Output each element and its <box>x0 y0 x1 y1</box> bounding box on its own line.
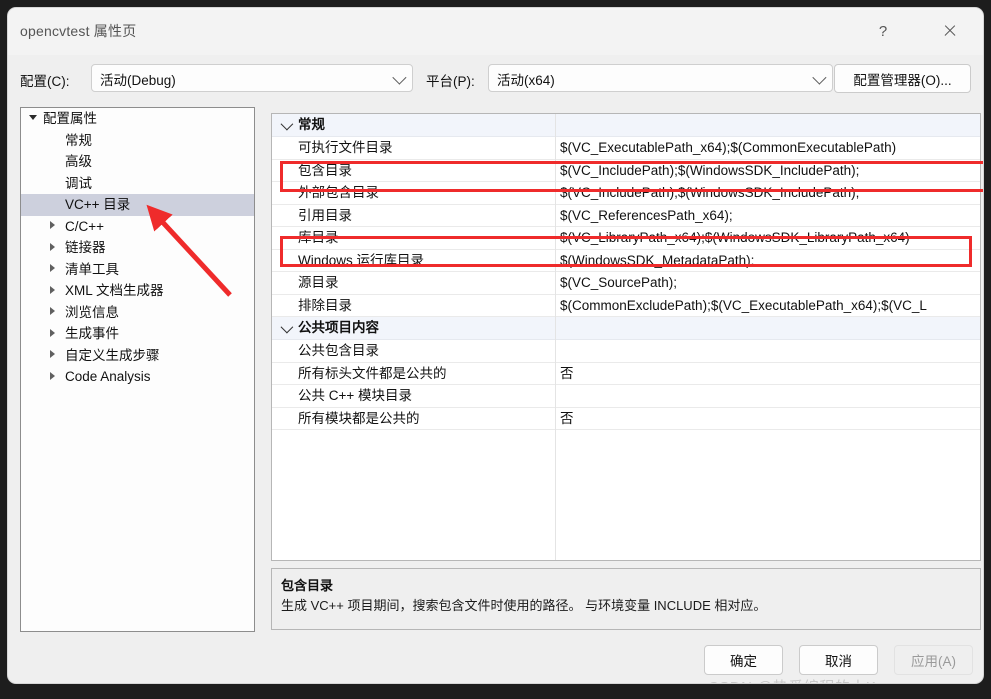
highlight-box-include-directories <box>280 161 983 192</box>
description-body: 生成 VC++ 项目期间，搜索包含文件时使用的路径。 与环境变量 INCLUDE… <box>281 598 767 613</box>
watermark: CSDN @热爱编程的小K <box>708 676 876 683</box>
triangle-right-icon[interactable] <box>49 371 55 380</box>
configuration-label: 配置(C): <box>20 74 70 89</box>
property-value[interactable]: $(VC_SourcePath); <box>560 272 677 294</box>
sidebar-item[interactable]: 自定义生成步骤 <box>21 345 254 367</box>
sidebar-item[interactable]: Code Analysis <box>21 366 254 388</box>
grid-category-label: 公共项目内容 <box>298 320 379 335</box>
sidebar-item-label: 链接器 <box>65 240 106 255</box>
property-value[interactable]: $(VC_ReferencesPath_x64); <box>560 205 733 227</box>
property-name: 公共包含目录 <box>298 343 379 358</box>
triangle-right-icon[interactable] <box>49 264 55 273</box>
triangle-right-icon[interactable] <box>49 285 55 294</box>
triangle-right-icon[interactable] <box>49 307 55 316</box>
property-value[interactable]: 否 <box>560 408 574 430</box>
title-bar: opencvtest 属性页 ? <box>8 8 983 55</box>
sidebar-item-label: 高级 <box>65 154 92 169</box>
apply-button: 应用(A) <box>894 645 973 675</box>
property-name: 排除目录 <box>298 297 352 313</box>
grid-category-header[interactable]: 常规 <box>272 114 980 137</box>
configuration-value: 活动(Debug) <box>100 73 176 88</box>
sidebar-item-label: 自定义生成步骤 <box>65 347 160 363</box>
pointer-arrow-icon <box>146 204 232 297</box>
grid-category-label: 常规 <box>298 117 325 132</box>
configuration-dropdown[interactable]: 活动(Debug) <box>91 64 413 92</box>
property-name: 源目录 <box>298 275 339 290</box>
highlight-box-library-directories <box>280 236 972 267</box>
triangle-right-icon[interactable] <box>49 350 55 359</box>
configuration-manager-button[interactable]: 配置管理器(O)... <box>834 64 971 93</box>
property-name: 所有标头文件都是公共的 <box>298 365 447 381</box>
property-row[interactable]: 排除目录 $(CommonExcludePath);$(VC_Executable… <box>272 294 980 317</box>
triangle-right-icon[interactable] <box>49 242 55 251</box>
property-row[interactable]: 可执行文件目录 $(VC_ExecutablePath_x64);$(Common… <box>272 137 980 160</box>
sidebar-item-label: 浏览信息 <box>65 304 119 320</box>
sidebar-item[interactable]: 配置属性 <box>21 108 254 130</box>
property-row[interactable]: 所有标头文件都是公共的 否 <box>272 362 980 385</box>
triangle-right-icon[interactable] <box>49 328 55 337</box>
sidebar-item[interactable]: 调试 <box>21 173 254 195</box>
sidebar-item-label: 清单工具 <box>65 261 119 277</box>
property-name: 引用目录 <box>298 207 352 223</box>
close-icon[interactable] <box>927 8 973 54</box>
triangle-right-icon[interactable] <box>49 221 55 230</box>
sidebar-item-label: VC++ 目录 <box>65 197 131 212</box>
sidebar-item-label: 调试 <box>65 175 92 191</box>
property-value[interactable]: 否 <box>560 363 574 385</box>
platform-label: 平台(P): <box>426 74 475 89</box>
platform-value: 活动(x64) <box>497 73 555 88</box>
chevron-down-icon[interactable] <box>280 320 294 334</box>
property-name: 公共 C++ 模块目录 <box>298 388 413 403</box>
property-row[interactable]: 公共 C++ 模块目录 <box>272 385 980 408</box>
sidebar-item-label: 生成事件 <box>65 326 119 341</box>
description-pane: 包含目录 生成 VC++ 项目期间，搜索包含文件时使用的路径。 与环境变量 IN… <box>271 568 981 630</box>
property-value[interactable]: $(CommonExcludePath);$(VC_ExecutablePath… <box>560 295 927 317</box>
sidebar-item[interactable]: 常规 <box>21 130 254 152</box>
sidebar-item[interactable]: 高级 <box>21 151 254 173</box>
sidebar-item-label: C/C++ <box>65 218 105 234</box>
window-title: opencvtest 属性页 <box>20 23 137 39</box>
property-row[interactable]: 引用目录 $(VC_ReferencesPath_x64); <box>272 204 980 227</box>
help-icon[interactable]: ? <box>860 8 906 54</box>
property-row[interactable]: 源目录 $(VC_SourcePath); <box>272 272 980 295</box>
ok-button[interactable]: 确定 <box>704 645 783 675</box>
property-pages-dialog: opencvtest 属性页 ? 配置(C): 活动(Debug) 平台(P):… <box>8 8 983 683</box>
property-row[interactable]: 所有模块都是公共的 否 <box>272 407 980 430</box>
configuration-bar: 配置(C): 活动(Debug) 平台(P): 活动(x64) 配置管理器(O)… <box>8 54 983 104</box>
grid-category-header[interactable]: 公共项目内容 <box>272 317 980 340</box>
property-name: 可执行文件目录 <box>298 140 393 155</box>
chevron-down-icon <box>392 70 407 85</box>
description-title: 包含目录 <box>281 578 334 593</box>
configuration-tree[interactable]: 配置属性 常规 高级 调试 VC++ 目录 C/C++ 链接器 清单工具 XML 文档生成器 浏览… <box>20 107 255 632</box>
platform-dropdown[interactable]: 活动(x64) <box>488 64 833 92</box>
sidebar-item-label: 常规 <box>65 132 92 148</box>
chevron-down-icon[interactable] <box>280 117 294 131</box>
sidebar-item-label: Code Analysis <box>65 369 151 384</box>
sidebar-item[interactable]: 生成事件 <box>21 323 254 345</box>
triangle-down-icon[interactable] <box>29 115 37 120</box>
property-value[interactable]: $(VC_ExecutablePath_x64);$(CommonExecuta… <box>560 137 896 159</box>
property-name: 所有模块都是公共的 <box>298 410 420 426</box>
property-row[interactable]: 公共包含目录 <box>272 340 980 363</box>
cancel-button[interactable]: 取消 <box>799 645 878 675</box>
sidebar-item-label: 配置属性 <box>43 111 97 126</box>
chevron-down-icon <box>812 70 827 85</box>
